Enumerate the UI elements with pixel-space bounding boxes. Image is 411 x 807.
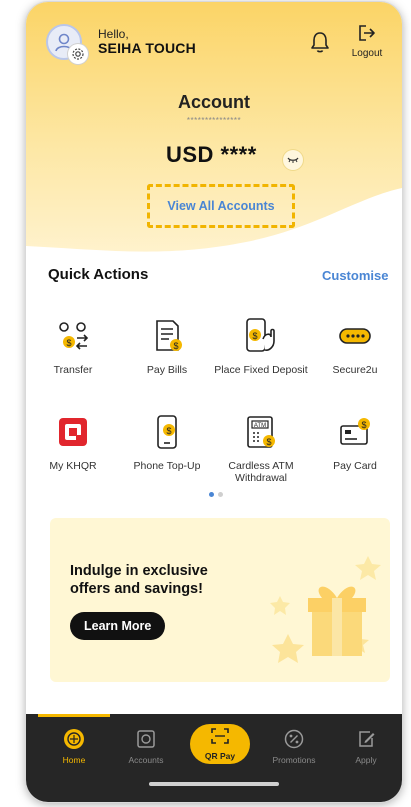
quick-action-label: Cardless ATM Withdrawal [228, 460, 294, 485]
account-number-masked: *************** [186, 116, 242, 125]
gift-icon [270, 556, 381, 663]
quick-action-label: Secure2u [332, 364, 378, 376]
customise-link[interactable]: Customise [322, 268, 388, 283]
svg-text:$: $ [166, 426, 171, 436]
nav-promotions[interactable]: Promotions [258, 728, 330, 765]
eye-closed-icon [287, 157, 299, 163]
svg-text:$: $ [66, 338, 71, 348]
user-greeting: Hello, SEIHA TOUCH [46, 24, 196, 64]
avatar[interactable] [46, 24, 88, 64]
quick-action-label: Phone Top-Up [133, 460, 201, 472]
quick-action-fixed-deposit[interactable]: $ Place Fixed Deposit [214, 316, 308, 376]
quick-action-label: Transfer [53, 364, 93, 376]
bottom-navigation: Home Accounts QR Pay Promotions Apply [26, 714, 402, 802]
logout-icon [359, 25, 375, 41]
page-indicator [209, 492, 223, 497]
quick-action-my-khqr[interactable]: My KHQR [26, 412, 120, 472]
nav-label: Apply [355, 755, 377, 765]
quick-action-pay-card[interactable]: $ Pay Card [308, 412, 402, 472]
quick-action-secure2u[interactable]: Secure2u [308, 316, 402, 376]
svg-text:$: $ [361, 420, 366, 430]
quick-action-label: Pay Bills [146, 364, 188, 376]
svg-text:ATM: ATM [254, 423, 266, 429]
view-all-accounts-label: View All Accounts [167, 199, 275, 213]
phone-topup-icon: $ [147, 412, 187, 452]
transfer-icon: $ [53, 316, 93, 356]
greeting-label: Hello, [98, 26, 129, 41]
promotions-icon [283, 728, 305, 750]
svg-text:$: $ [252, 331, 257, 341]
home-indicator-bar [149, 782, 279, 786]
secure2u-icon [335, 316, 375, 356]
quick-action-cardless-atm[interactable]: ATM $ Cardless ATM Withdrawal [214, 412, 308, 484]
app-screen: Hello, SEIHA TOUCH Logout Account ******… [26, 2, 402, 802]
learn-more-button[interactable]: Learn More [70, 612, 166, 640]
promo-banner[interactable]: Indulge in exclusive offers and savings!… [50, 518, 390, 682]
khqr-icon [53, 412, 93, 452]
fixed-deposit-icon: $ [241, 316, 281, 356]
quick-action-transfer[interactable]: $ Transfer [26, 316, 120, 376]
svg-text:$: $ [266, 437, 271, 447]
nav-home[interactable]: Home [38, 728, 110, 765]
logout-button[interactable]: Logout [344, 24, 390, 59]
bill-icon: $ [147, 316, 187, 356]
promo-text: Indulge in exclusive offers and savings! [70, 563, 208, 598]
nav-apply[interactable]: Apply [330, 728, 402, 765]
notifications-button[interactable] [309, 30, 331, 54]
nav-label: Promotions [272, 755, 316, 765]
quick-action-label: Place Fixed Deposit [214, 364, 308, 376]
quick-action-label: My KHQR [49, 460, 97, 472]
quick-actions-title: Quick Actions [48, 266, 149, 283]
nav-accounts[interactable]: Accounts [110, 728, 182, 765]
nav-qr-pay[interactable]: QR Pay [190, 724, 250, 764]
account-title: Account [178, 92, 250, 112]
bell-icon [311, 32, 329, 53]
account-balance: USD **** [166, 142, 257, 167]
svg-text:$: $ [173, 341, 178, 351]
view-all-accounts-button[interactable]: View All Accounts [147, 184, 295, 228]
logout-label: Logout [351, 48, 383, 59]
quick-action-phone-top-up[interactable]: $ Phone Top-Up [120, 412, 214, 472]
quick-action-label: Pay Card [333, 460, 377, 472]
pay-card-icon: $ [335, 412, 375, 452]
home-icon [63, 728, 85, 750]
nav-label: QR Pay [204, 750, 236, 761]
apply-icon [355, 728, 377, 750]
profile-settings-icon[interactable] [68, 44, 88, 64]
accounts-icon [135, 728, 157, 750]
user-name: SEIHA TOUCH [98, 39, 196, 56]
qr-scan-icon [211, 727, 229, 749]
nav-label: Accounts [128, 755, 164, 765]
page-dot-active[interactable] [209, 492, 214, 497]
atm-icon: ATM $ [241, 412, 281, 452]
quick-action-pay-bills[interactable]: $ Pay Bills [120, 316, 214, 376]
active-tab-indicator [38, 714, 110, 717]
nav-label: Home [62, 755, 86, 765]
toggle-balance-button[interactable] [283, 150, 303, 170]
greeting-text: Hello, SEIHA TOUCH [98, 26, 196, 57]
page-dot[interactable] [218, 492, 223, 497]
